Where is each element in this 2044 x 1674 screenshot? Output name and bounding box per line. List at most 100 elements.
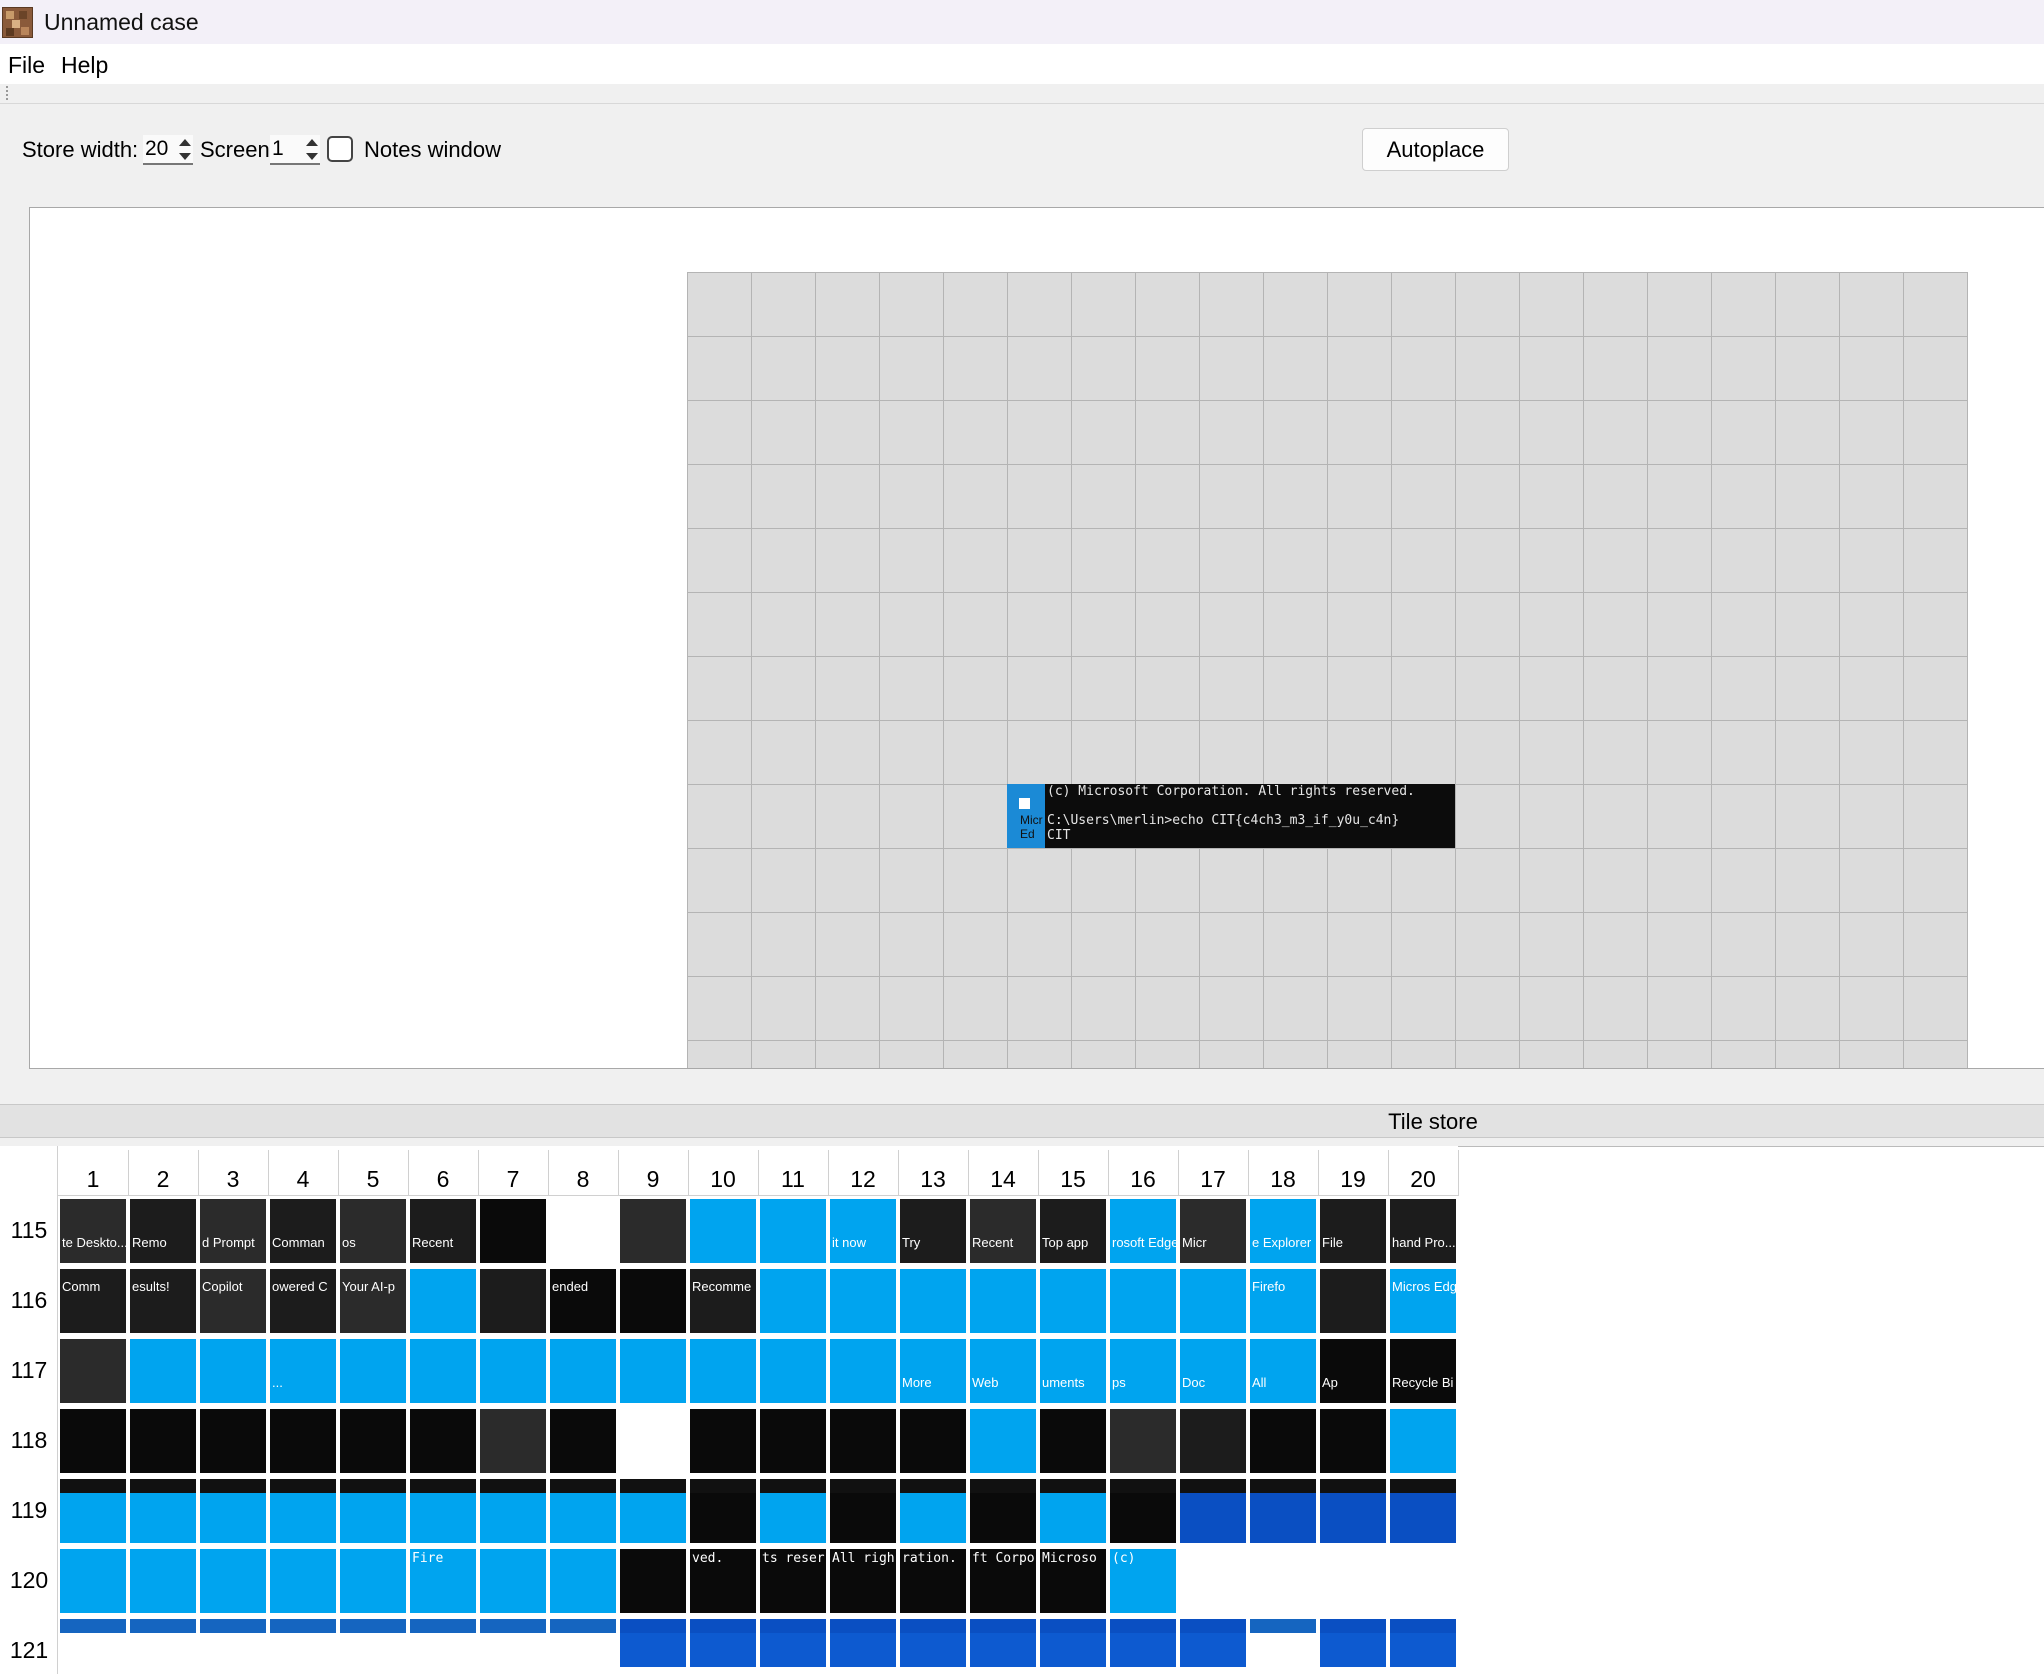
store-tile[interactable] [480,1339,546,1403]
store-tile[interactable]: Fire [410,1549,476,1613]
store-tile[interactable] [480,1269,546,1333]
store-tile[interactable] [410,1479,476,1543]
store-tile[interactable] [1250,1619,1316,1667]
tile-store-dock-header[interactable]: Tile store [0,1104,2044,1138]
store-tile[interactable] [1040,1269,1106,1333]
store-tile[interactable]: ... [270,1339,336,1403]
store-tile[interactable] [410,1409,476,1473]
store-tile[interactable] [270,1549,336,1613]
store-tile[interactable]: Firefo [1250,1269,1316,1333]
store-tile[interactable]: ts reser [760,1549,826,1613]
store-tile[interactable]: Comm [60,1269,126,1333]
store-tile[interactable]: te Deskto... [60,1199,126,1263]
store-tile[interactable] [480,1409,546,1473]
store-tile[interactable] [130,1339,196,1403]
store-tile[interactable]: MicrC:\ Ed [1180,1549,1246,1613]
store-tile[interactable] [410,1619,476,1667]
store-tile[interactable]: All [1250,1339,1316,1403]
store-tile[interactable] [1110,1479,1176,1543]
store-tile[interactable]: Microso [1040,1549,1106,1613]
store-tile[interactable] [550,1409,616,1473]
store-tile[interactable] [60,1479,126,1543]
menu-help[interactable]: Help [61,52,108,79]
store-tile[interactable] [1180,1479,1246,1543]
store-tile[interactable]: uments [1040,1339,1106,1403]
store-tile[interactable] [130,1479,196,1543]
store-tile[interactable]: owered C [270,1269,336,1333]
store-tile[interactable] [270,1409,336,1473]
store-tile[interactable] [1390,1409,1456,1473]
store-tile[interactable]: ft Corpo [970,1549,1036,1613]
store-tile[interactable] [200,1619,266,1667]
store-tile[interactable] [1110,1409,1176,1473]
store-tile[interactable] [760,1339,826,1403]
store-tile[interactable]: Ap [1320,1339,1386,1403]
store-tile[interactable] [1040,1479,1106,1543]
store-tile[interactable] [550,1549,616,1613]
store-tile[interactable]: Recomme [690,1269,756,1333]
store-tile[interactable]: Web [970,1339,1036,1403]
store-tile[interactable]: Recycle Bi [1390,1339,1456,1403]
store-tile[interactable]: Micr [1180,1199,1246,1263]
store-tile[interactable]: rosoft Edge [1110,1199,1176,1263]
store-tile[interactable]: File [1320,1199,1386,1263]
store-tile[interactable] [200,1339,266,1403]
store-tile[interactable] [830,1619,896,1667]
store-tile[interactable]: Recent [970,1199,1036,1263]
store-tile[interactable] [690,1409,756,1473]
store-tile[interactable] [830,1269,896,1333]
store-tile[interactable] [200,1479,266,1543]
store-tile[interactable]: Top app [1040,1199,1106,1263]
store-tile[interactable]: it now [830,1199,896,1263]
store-tile[interactable] [760,1619,826,1667]
store-tile[interactable] [830,1409,896,1473]
store-tile[interactable] [340,1409,406,1473]
spin-up-icon[interactable] [306,139,318,146]
store-tile[interactable] [200,1409,266,1473]
store-tile[interactable]: ration. [900,1549,966,1613]
store-tile[interactable]: (c) [1110,1549,1176,1613]
store-tile[interactable] [1390,1619,1456,1667]
store-tile[interactable] [690,1479,756,1543]
store-tile[interactable] [970,1479,1036,1543]
store-tile[interactable]: Recent [410,1199,476,1263]
store-tile[interactable] [1040,1409,1106,1473]
store-tile[interactable]: Remo [130,1199,196,1263]
store-tile[interactable] [480,1479,546,1543]
store-tile[interactable] [60,1409,126,1473]
store-tile[interactable]: Copilot [200,1269,266,1333]
store-tile[interactable] [130,1619,196,1667]
store-tile[interactable] [60,1549,126,1613]
store-tile[interactable] [900,1269,966,1333]
store-tile[interactable]: esults! [130,1269,196,1333]
store-tile[interactable] [550,1619,616,1667]
store-tile[interactable] [340,1549,406,1613]
store-tile[interactable] [900,1479,966,1543]
autoplace-button[interactable]: Autoplace [1362,128,1509,171]
spin-down-icon[interactable] [179,153,191,160]
store-tile[interactable] [550,1199,616,1263]
store-tile[interactable] [410,1339,476,1403]
store-tile[interactable] [480,1549,546,1613]
store-tile[interactable] [410,1269,476,1333]
store-tile[interactable]: ps [1110,1339,1176,1403]
store-tile[interactable] [550,1339,616,1403]
store-tile[interactable] [620,1409,686,1473]
store-tile[interactable]: e Explorer [1250,1199,1316,1263]
store-tile[interactable] [480,1199,546,1263]
store-tile[interactable] [1320,1549,1386,1613]
store-tile[interactable] [340,1619,406,1667]
store-tile[interactable] [60,1619,126,1667]
store-tile[interactable] [1250,1549,1316,1613]
store-tile[interactable] [1320,1619,1386,1667]
store-tile[interactable] [1390,1479,1456,1543]
screen-spinbox[interactable]: 1 [270,135,320,165]
store-tile[interactable]: ended [550,1269,616,1333]
store-tile[interactable]: ved. [690,1549,756,1613]
store-tile[interactable] [620,1199,686,1263]
store-tile[interactable] [620,1549,686,1613]
menu-file[interactable]: File [8,52,45,79]
store-tile[interactable] [690,1619,756,1667]
store-tile[interactable] [970,1619,1036,1667]
store-tile[interactable] [1320,1269,1386,1333]
